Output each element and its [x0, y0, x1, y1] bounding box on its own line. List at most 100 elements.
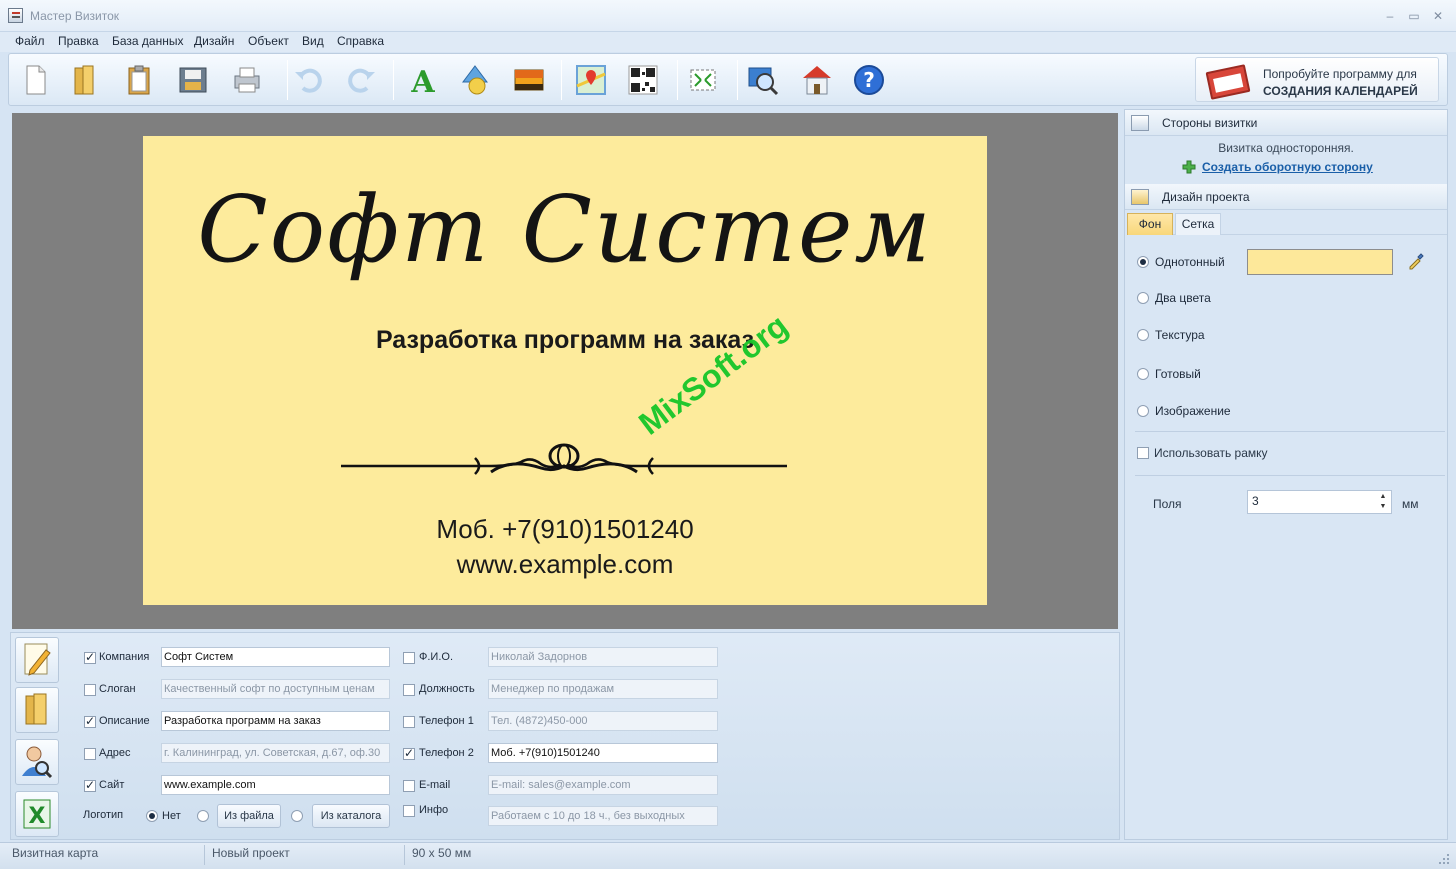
contacts-button[interactable] [15, 739, 59, 785]
description-label: Описание [99, 715, 150, 727]
qrcode-icon[interactable] [625, 62, 661, 98]
save-icon[interactable] [175, 62, 211, 98]
open-data-button[interactable] [15, 687, 59, 733]
card-description[interactable]: Разработка программ на заказ [143, 326, 987, 355]
card-company[interactable]: Софт Систем [143, 176, 987, 283]
bg-two-colors-radio[interactable] [1137, 292, 1149, 304]
open-icon[interactable] [67, 62, 103, 98]
phone1-label: Телефон 1 [419, 715, 474, 727]
design-canvas[interactable]: Софт Систем Разработка программ на заказ… [12, 113, 1118, 629]
new-icon[interactable] [17, 62, 53, 98]
logo-from-catalog-button[interactable]: Из каталога [312, 804, 390, 828]
position-checkbox[interactable] [403, 684, 415, 696]
text-icon[interactable]: A [405, 62, 441, 98]
image-icon[interactable] [511, 62, 547, 98]
description-checkbox[interactable] [84, 714, 96, 728]
svg-text:X: X [29, 804, 46, 829]
card-site[interactable]: www.example.com [143, 549, 987, 580]
name-input[interactable]: Николай Задорнов [488, 647, 718, 667]
minimize-button[interactable]: – [1380, 8, 1400, 24]
promo-line1: Попробуйте программу для [1263, 67, 1417, 81]
business-card[interactable]: Софт Систем Разработка программ на заказ… [143, 136, 987, 605]
calendar-promo-button[interactable]: Попробуйте программу для СОЗДАНИЯ КАЛЕНД… [1195, 57, 1439, 102]
company-input[interactable]: Софт Систем [161, 647, 390, 667]
undo-icon[interactable] [291, 62, 327, 98]
card-phone[interactable]: Моб. +7(910)1501240 [143, 514, 987, 545]
divider [1135, 431, 1445, 432]
sides-header[interactable]: Стороны визитки [1125, 110, 1447, 136]
email-input[interactable]: E-mail: sales@example.com [488, 775, 718, 795]
excel-import-button[interactable]: X [15, 791, 59, 837]
menu-file[interactable]: Файл [15, 34, 45, 48]
menu-view[interactable]: Вид [302, 34, 324, 48]
menu-design[interactable]: Дизайн [194, 34, 234, 48]
design-header-label: Дизайн проекта [1162, 190, 1250, 204]
home-icon[interactable] [799, 62, 835, 98]
tab-background[interactable]: Фон [1127, 213, 1173, 235]
map-icon[interactable] [573, 62, 609, 98]
position-label: Должность [419, 683, 475, 695]
shapes-icon[interactable] [457, 62, 493, 98]
info-input[interactable]: Работаем с 10 до 18 ч., без выходных [488, 806, 718, 826]
sides-info: Визитка односторонняя. [1218, 141, 1354, 155]
fit-icon[interactable] [685, 62, 721, 98]
spinner-arrows-icon[interactable]: ▲ ▼ [1377, 492, 1389, 512]
email-checkbox[interactable] [403, 780, 415, 792]
company-checkbox[interactable] [84, 650, 96, 664]
eyedropper-icon[interactable] [1407, 252, 1425, 270]
preview-icon[interactable] [745, 62, 781, 98]
menu-edit[interactable]: Правка [58, 34, 99, 48]
fields-panel: X Компания Софт Систем Слоган Качественн… [10, 632, 1120, 840]
description-input[interactable]: Разработка программ на заказ [161, 711, 390, 731]
slogan-input[interactable]: Качественный софт по доступным ценам [161, 679, 390, 699]
info-checkbox[interactable] [403, 805, 415, 817]
menu-help[interactable]: Справка [337, 34, 384, 48]
slogan-checkbox[interactable] [84, 684, 96, 696]
menu-object[interactable]: Объект [248, 34, 289, 48]
bg-two-colors-label: Два цвета [1155, 291, 1211, 305]
bg-color-swatch[interactable] [1247, 249, 1393, 275]
margins-spinner[interactable]: 3 ▲ ▼ [1247, 490, 1392, 514]
status-divider [404, 845, 405, 865]
close-button[interactable]: ✕ [1428, 8, 1448, 24]
logo-catalog-radio[interactable] [291, 810, 303, 822]
edit-icon [24, 643, 51, 676]
position-input[interactable]: Менеджер по продажам [488, 679, 718, 699]
ornament-divider[interactable] [341, 442, 787, 486]
address-checkbox[interactable] [84, 748, 96, 760]
status-doc-type: Визитная карта [12, 846, 99, 860]
properties-panel: Стороны визитки Визитка односторонняя. С… [1124, 109, 1448, 840]
window-title: Мастер Визиток [30, 9, 120, 23]
site-label: Сайт [99, 779, 125, 791]
resize-grip-icon[interactable] [1438, 853, 1450, 865]
bg-ready-radio[interactable] [1137, 368, 1149, 380]
phone1-checkbox[interactable] [403, 716, 415, 728]
help-icon[interactable]: ? [851, 62, 887, 98]
phone2-input[interactable]: Моб. +7(910)1501240 [488, 743, 718, 763]
use-frame-label: Использовать рамку [1154, 446, 1268, 460]
logo-from-file-button[interactable]: Из файла [217, 804, 281, 828]
bg-solid-radio[interactable] [1137, 256, 1149, 268]
site-checkbox[interactable] [84, 778, 96, 792]
redo-icon[interactable] [343, 62, 379, 98]
phone1-input[interactable]: Тел. (4872)450-000 [488, 711, 718, 731]
maximize-button[interactable]: ▭ [1404, 8, 1424, 24]
design-header[interactable]: Дизайн проекта [1125, 184, 1447, 210]
site-input[interactable]: www.example.com [161, 775, 390, 795]
bg-texture-radio[interactable] [1137, 329, 1149, 341]
logo-file-radio[interactable] [197, 810, 209, 822]
edit-text-button[interactable] [15, 637, 59, 683]
bg-image-radio[interactable] [1137, 405, 1149, 417]
create-back-side-link[interactable]: Создать оборотную сторону [1202, 160, 1373, 174]
menu-database[interactable]: База данных [112, 34, 183, 48]
status-divider [204, 845, 205, 865]
address-input[interactable]: г. Калининград, ул. Советская, д.67, оф.… [161, 743, 390, 763]
card-sides-icon [1131, 115, 1149, 131]
paste-icon[interactable] [121, 62, 157, 98]
logo-none-radio[interactable] [146, 810, 158, 822]
print-icon[interactable] [229, 62, 265, 98]
phone2-checkbox[interactable] [403, 746, 415, 760]
use-frame-checkbox[interactable] [1137, 447, 1149, 459]
name-checkbox[interactable] [403, 652, 415, 664]
tab-grid[interactable]: Сетка [1175, 213, 1221, 235]
